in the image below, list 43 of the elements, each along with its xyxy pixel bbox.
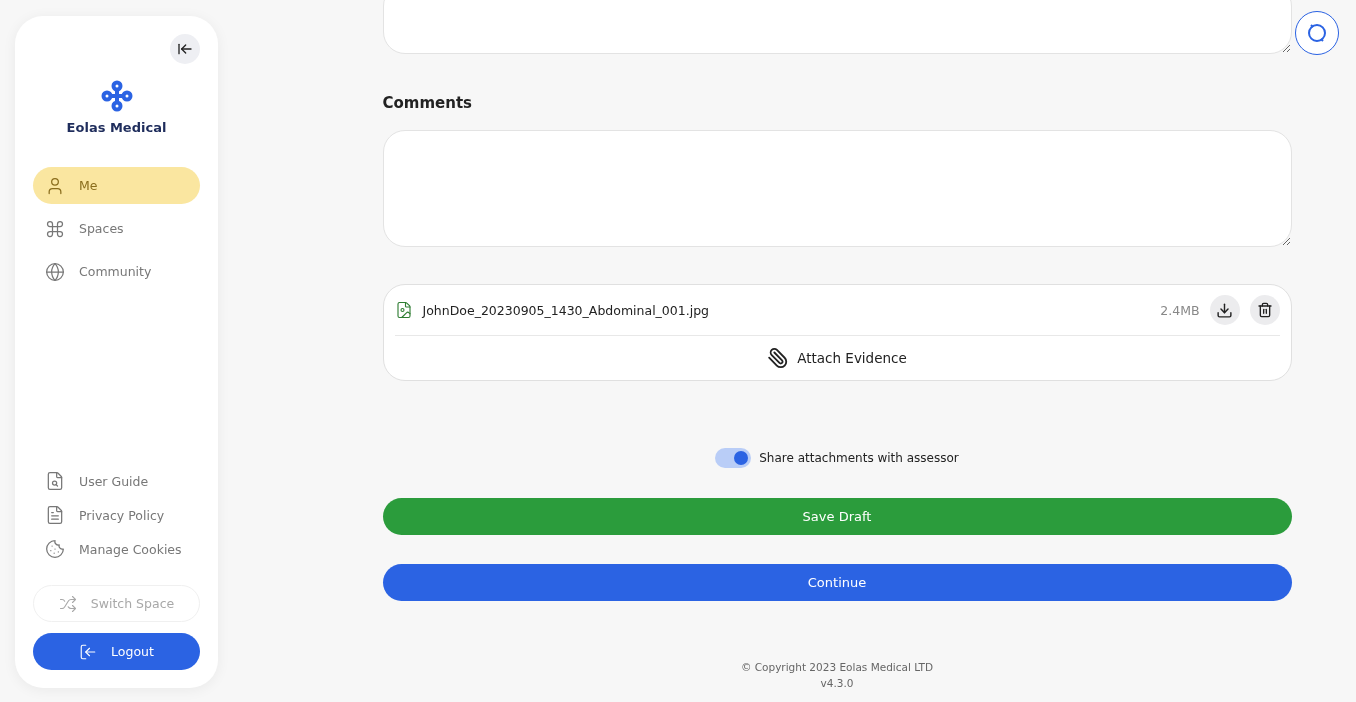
version-text: v4.3.0 [820,677,854,689]
logout-icon [79,642,98,661]
file-name: JohnDoe_20230905_1430_Abdominal_001.jpg [422,302,711,318]
nav-item[interactable]: Spaces [33,210,200,247]
collapse-icon [177,41,193,57]
link-icon [45,471,65,491]
download-button[interactable] [1209,295,1240,325]
nav-label: Spaces [79,221,124,236]
sidebar-link[interactable]: User Guide [33,471,200,491]
download-icon [1216,301,1233,319]
delete-button[interactable] [1249,295,1280,325]
trash-icon [1256,302,1273,318]
link-icon [45,505,65,525]
logo-icon [100,80,133,112]
comments-field[interactable] [382,130,1292,247]
share-toggle[interactable] [715,448,752,468]
help-button[interactable] [1295,11,1339,55]
link-label: Manage Cookies [79,541,182,557]
toggle-label: Share attachments with assessor [759,451,959,465]
nav-item[interactable]: Me [33,167,200,204]
paperclip-icon [767,347,790,369]
nav-label: Community [79,264,152,279]
nav-icon [45,261,65,282]
comments-label: Comments [382,94,474,112]
continue-button[interactable]: Continue [382,564,1292,601]
save-draft-button[interactable]: Save Draft [382,498,1292,535]
link-label: User Guide [79,473,149,489]
image-file-icon [394,301,413,319]
link-label: Privacy Policy [79,507,165,523]
brand-name: Eolas Medical [65,120,168,135]
sidebar-link[interactable]: Manage Cookies [33,539,200,559]
shuffle-icon [58,594,77,613]
link-icon [45,539,65,559]
file-size: 2.4MB [1160,302,1200,318]
sidebar-link[interactable]: Privacy Policy [33,505,200,525]
collapse-button[interactable] [170,34,200,64]
logout-button[interactable]: Logout [33,633,200,670]
nav-item[interactable]: Community [33,253,200,290]
copyright-text: © Copyright 2023 Eolas Medical LTD [740,661,934,673]
nav-icon [45,218,65,239]
attach-evidence-button[interactable]: Attach Evidence [394,336,1280,380]
lifebuoy-icon [1305,21,1329,45]
nav-label: Me [79,178,98,193]
